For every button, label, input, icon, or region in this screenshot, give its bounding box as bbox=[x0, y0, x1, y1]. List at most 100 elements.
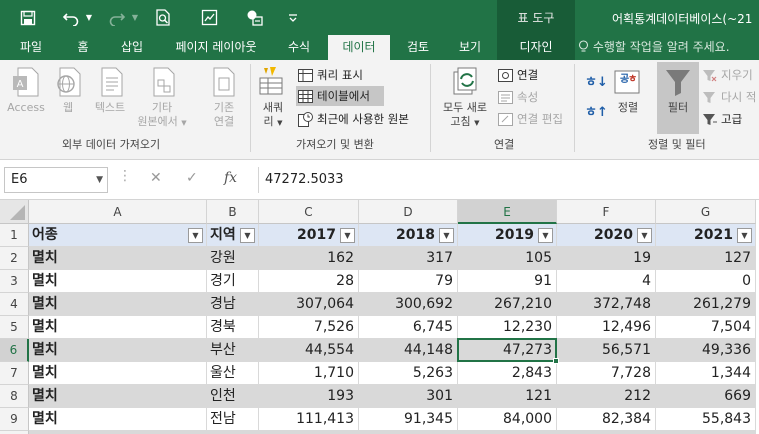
screenshot-icon[interactable] bbox=[196, 0, 222, 35]
tab-view[interactable]: 보기 bbox=[450, 35, 490, 60]
value-cell-col-c[interactable]: 1,710 bbox=[259, 362, 359, 385]
value-cell-col-e[interactable]: 12,230 bbox=[458, 316, 557, 339]
show-queries-button[interactable]: 쿼리 표시 bbox=[298, 65, 363, 85]
formula-input[interactable]: 47272.5033 bbox=[258, 167, 757, 193]
row-header-5[interactable]: 5 bbox=[0, 316, 29, 339]
row-header-8[interactable]: 8 bbox=[0, 385, 29, 408]
row-header-6[interactable]: 6 bbox=[0, 339, 29, 362]
tab-design[interactable]: 디자인 bbox=[497, 35, 575, 60]
value-cell-col-e[interactable]: 2,843 bbox=[458, 362, 557, 385]
customize-quick-access-icon[interactable] bbox=[286, 0, 300, 35]
column-header-e[interactable]: E bbox=[458, 200, 557, 224]
insert-function-icon[interactable]: fx bbox=[224, 170, 237, 186]
value-cell-col-e[interactable]: 47,273 bbox=[458, 339, 557, 362]
region-cell[interactable]: 전남 bbox=[207, 408, 259, 431]
clear-filter-button[interactable]: 지우기 bbox=[702, 65, 753, 85]
from-other-sources-button[interactable]: 기타 원본에서 ▼ bbox=[136, 66, 188, 130]
from-access-button[interactable]: A Access bbox=[6, 66, 46, 115]
filter-dropdown-icon[interactable]: ▼ bbox=[538, 228, 553, 243]
value-cell-col-g[interactable]: 7,504 bbox=[656, 316, 756, 339]
value-cell-col-d[interactable]: 44,148 bbox=[359, 339, 458, 362]
species-cell[interactable]: 멸치 bbox=[29, 247, 207, 270]
filter-dropdown-icon[interactable]: ▼ bbox=[188, 228, 203, 243]
value-cell-col-d[interactable]: 5,263 bbox=[359, 362, 458, 385]
value-cell-col-f[interactable]: 4 bbox=[557, 270, 656, 293]
value-cell-col-c[interactable]: 162 bbox=[259, 247, 359, 270]
column-header-b[interactable]: B bbox=[207, 200, 259, 224]
species-cell[interactable]: 멸치 bbox=[29, 339, 207, 362]
print-preview-icon[interactable] bbox=[150, 0, 176, 35]
enter-icon[interactable]: ✓ bbox=[186, 170, 198, 186]
reapply-button[interactable]: 다시 적 bbox=[702, 87, 756, 107]
row-header-1[interactable]: 1 bbox=[0, 224, 29, 247]
value-cell-col-f[interactable]: 19 bbox=[557, 247, 656, 270]
value-cell-col-f[interactable]: 7,728 bbox=[557, 362, 656, 385]
connections-button[interactable]: 연결 bbox=[498, 65, 538, 85]
refresh-all-button[interactable]: 모두 새로 고침 ▼ bbox=[436, 66, 494, 130]
column-header-d[interactable]: D bbox=[359, 200, 458, 224]
value-cell-col-c[interactable]: 28 bbox=[259, 270, 359, 293]
value-cell-col-f[interactable]: 82,384 bbox=[557, 408, 656, 431]
redo-dropdown-icon[interactable]: ▼ bbox=[130, 0, 140, 35]
species-cell[interactable]: 멸치 bbox=[29, 316, 207, 339]
tab-data[interactable]: 데이터 bbox=[328, 35, 390, 60]
from-web-button[interactable]: 웹 bbox=[50, 66, 86, 115]
region-cell[interactable]: 부산 bbox=[207, 339, 259, 362]
name-box[interactable]: E6 ▼ bbox=[4, 167, 108, 193]
value-cell-col-c[interactable]: 44,554 bbox=[259, 339, 359, 362]
tab-file[interactable]: 파일 bbox=[10, 35, 52, 60]
value-cell-col-g[interactable]: 0 bbox=[656, 270, 756, 293]
new-query-button[interactable]: 새쿼 리 ▼ bbox=[254, 66, 292, 130]
redo-icon[interactable] bbox=[104, 0, 130, 35]
tab-home[interactable]: 홈 bbox=[68, 35, 98, 60]
value-cell-col-e[interactable]: 267,210 bbox=[458, 293, 557, 316]
region-cell[interactable]: 울산 bbox=[207, 362, 259, 385]
sort-button[interactable]: 공ㅎ 정렬 bbox=[610, 66, 646, 115]
filter-dropdown-icon[interactable]: ▼ bbox=[340, 228, 355, 243]
region-cell[interactable]: 강원 bbox=[207, 247, 259, 270]
advanced-filter-button[interactable]: 고급 bbox=[702, 109, 742, 129]
sort-z-to-a-button[interactable]: ㅎ↑ bbox=[585, 100, 608, 120]
from-table-button[interactable]: 테이블에서 bbox=[296, 86, 384, 106]
from-text-button[interactable]: 텍스트 bbox=[88, 66, 132, 115]
recent-sources-button[interactable]: 최근에 사용한 원본 bbox=[298, 109, 409, 129]
value-cell-col-d[interactable]: 300,692 bbox=[359, 293, 458, 316]
value-cell-col-c[interactable]: 307,064 bbox=[259, 293, 359, 316]
value-cell-col-f[interactable]: 212 bbox=[557, 385, 656, 408]
undo-dropdown-icon[interactable]: ▼ bbox=[84, 0, 94, 35]
value-cell-col-g[interactable]: 1,344 bbox=[656, 362, 756, 385]
value-cell-col-e[interactable]: 91 bbox=[458, 270, 557, 293]
undo-icon[interactable] bbox=[58, 0, 84, 35]
tab-page-layout[interactable]: 페이지 레이아웃 bbox=[164, 35, 268, 60]
tell-me-box[interactable]: 수행할 작업을 알려 주세요. bbox=[578, 35, 730, 60]
table-header-cell[interactable]: 어종 bbox=[29, 224, 207, 247]
value-cell-col-g[interactable]: 669 bbox=[656, 385, 756, 408]
region-cell[interactable]: 경기 bbox=[207, 270, 259, 293]
value-cell-col-f[interactable]: 372,748 bbox=[557, 293, 656, 316]
formula-bar-drag-handle[interactable]: ⋮ bbox=[118, 168, 132, 184]
row-header-9[interactable]: 9 bbox=[0, 408, 29, 431]
row-header-3[interactable]: 3 bbox=[0, 270, 29, 293]
filter-button[interactable]: 필터 bbox=[657, 62, 699, 134]
fill-handle[interactable] bbox=[553, 358, 559, 364]
value-cell-col-d[interactable]: 301 bbox=[359, 385, 458, 408]
value-cell-col-g[interactable]: 49,336 bbox=[656, 339, 756, 362]
row-header-7[interactable]: 7 bbox=[0, 362, 29, 385]
species-cell[interactable]: 멸치 bbox=[29, 293, 207, 316]
chevron-down-icon[interactable]: ▼ bbox=[96, 168, 103, 192]
column-header-a[interactable]: A bbox=[29, 200, 207, 224]
value-cell-col-d[interactable]: 91,345 bbox=[359, 408, 458, 431]
value-cell-col-f[interactable]: 12,496 bbox=[557, 316, 656, 339]
value-cell-col-d[interactable]: 317 bbox=[359, 247, 458, 270]
species-cell[interactable]: 멸치 bbox=[29, 385, 207, 408]
value-cell-col-e[interactable]: 121 bbox=[458, 385, 557, 408]
value-cell-col-g[interactable]: 55,843 bbox=[656, 408, 756, 431]
cancel-icon[interactable]: ✕ bbox=[150, 170, 162, 186]
value-cell-col-e[interactable]: 84,000 bbox=[458, 408, 557, 431]
value-cell-col-d[interactable]: 6,745 bbox=[359, 316, 458, 339]
filter-dropdown-icon[interactable]: ▼ bbox=[737, 228, 752, 243]
region-cell[interactable]: 경북 bbox=[207, 316, 259, 339]
existing-connections-button[interactable]: 기존 연결 bbox=[202, 66, 246, 129]
value-cell-col-c[interactable]: 111,413 bbox=[259, 408, 359, 431]
region-cell[interactable]: 경남 bbox=[207, 293, 259, 316]
